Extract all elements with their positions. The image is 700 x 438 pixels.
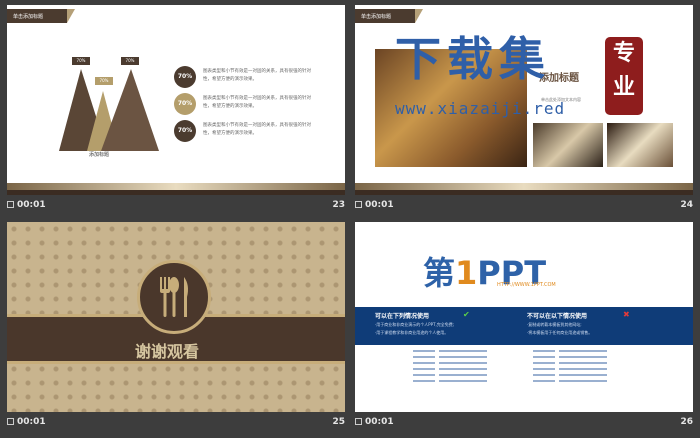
slide-thumbnail-25[interactable]: 谢谢观看 xyxy=(7,222,345,412)
peak-label-right: 70% xyxy=(121,57,139,65)
usage-info-bar: 可以在下列情况使用 ✔ ·用于商业和非商业演示的个人PPT,完全免费; ·用于课… xyxy=(355,307,693,345)
slide-meta-23: 00:01 23 xyxy=(7,200,345,214)
slide-number: 25 xyxy=(332,417,345,427)
allowed-line-2: ·用于课程教学和非商业用途的个人使用。 xyxy=(375,330,449,335)
slide-meta-25: 00:01 25 xyxy=(7,417,345,431)
disallowed-title: 不可以在以下情况使用 xyxy=(527,313,588,320)
percent-circle-2: 70% xyxy=(174,93,196,115)
disallowed-line-1: ·复制或转载本模板到其他网站; xyxy=(527,322,582,327)
slide-meta-26: 00:01 26 xyxy=(355,417,693,431)
item-text-1: 图表类型和小节有效是一对固的关系，具有很强的针对性，希望方便的演示效果。 xyxy=(203,69,311,82)
timer-icon xyxy=(7,418,14,425)
link-list xyxy=(413,350,607,382)
watermark-url: www.xiazaiji.red xyxy=(395,99,566,118)
percent-circle-3: 70% xyxy=(174,120,196,142)
allowed-title: 可以在下列情况使用 xyxy=(375,313,430,320)
peak-label-middle: 70% xyxy=(95,77,113,85)
percent-circle-1: 70% xyxy=(174,66,196,88)
fork-spoon-knife-icon xyxy=(137,260,211,334)
slide-number: 23 xyxy=(332,200,345,210)
slide-time: 00:01 xyxy=(17,200,46,210)
seal-stamp: 专业 xyxy=(605,37,643,115)
disallowed-line-2: ·将本模板用于任何商业用途或销售。 xyxy=(527,330,593,335)
timer-icon xyxy=(7,201,14,208)
timer-icon xyxy=(355,418,362,425)
slide-time: 00:01 xyxy=(365,417,394,427)
slide-header-tab: 单击添加标题 xyxy=(355,9,423,23)
slide-number: 26 xyxy=(680,417,693,427)
slide-time: 00:01 xyxy=(365,200,394,210)
slide-meta-24: 00:01 24 xyxy=(355,200,693,214)
restaurant-photo-small-2 xyxy=(607,123,673,167)
slide-thumbnail-23[interactable]: 单击添加标题 70% 70% 70% 添加标题 70% 图表类型和小节有效是一对… xyxy=(7,5,345,195)
restaurant-photo-small-1 xyxy=(533,123,603,167)
footer-bars xyxy=(7,183,345,195)
item-text-2: 图表类型和小节有效是一对固的关系，具有很强的针对性，希望方便的演示效果。 xyxy=(203,96,311,109)
slide-thumbnail-26[interactable]: 第1PPT HTTP://WWW.1PPT.COM 可以在下列情况使用 ✔ ·用… xyxy=(355,222,693,412)
peak-label-left: 70% xyxy=(72,57,90,65)
slide-number: 24 xyxy=(680,200,693,210)
mountain-chart xyxy=(59,69,159,151)
check-icon: ✔ xyxy=(463,310,470,319)
watermark-text: 下载集 xyxy=(395,32,551,86)
brand-url: HTTP://WWW.1PPT.COM xyxy=(497,282,556,288)
allowed-line-1: ·用于商业和非商业演示的个人PPT,完全免费; xyxy=(375,322,455,327)
slide-thumbnail-24[interactable]: 单击添加标题 添加标题 单击此处添加文本内容 下载集 www.xiazaiji.… xyxy=(355,5,693,195)
timer-icon xyxy=(355,201,362,208)
chart-caption: 添加标题 xyxy=(89,152,110,158)
item-text-3: 图表类型和小节有效是一对固的关系，具有很强的针对性，希望方便的演示效果。 xyxy=(203,123,311,136)
thank-you-title: 谢谢观看 xyxy=(135,342,200,361)
slide-time: 00:01 xyxy=(17,417,46,427)
footer-bars xyxy=(355,183,693,195)
slide-header-tab: 单击添加标题 xyxy=(7,9,75,23)
cross-icon: ✖ xyxy=(623,310,630,319)
